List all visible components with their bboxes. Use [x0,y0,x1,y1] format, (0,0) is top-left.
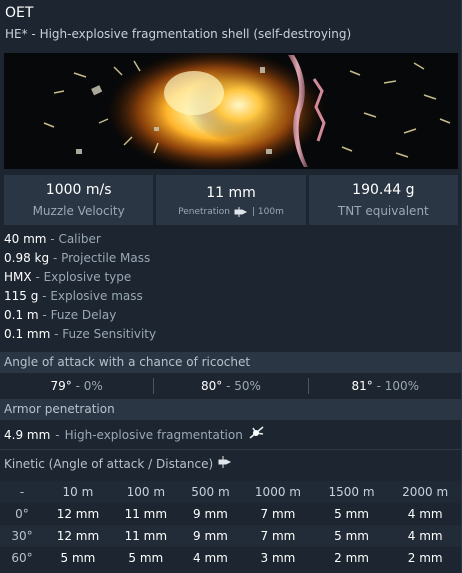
ricochet-chances: 79° - 0% 80° - 50% 81° - 100% [0,375,461,397]
property-value: HMX [4,270,32,284]
distance-header: 100 m [126,485,166,499]
table-corner: - [19,485,25,499]
ricochet-chance: 0% [83,379,103,393]
tnt-equivalent-stat: 190.44 g TNT equivalent [308,175,458,225]
angle-cell: 0° [15,507,29,521]
property-explosive-type: HMX - Explosive type [4,270,132,284]
distance-header: 2000 m [402,485,449,499]
penetration-cell: 3 mm [260,551,296,565]
ricochet-item: 81° - 100% [351,379,420,393]
shell-explosion-image [4,53,458,169]
ricochet-chance: 50% [234,379,261,393]
property-label: Explosive type [43,270,132,284]
section-divider [0,449,461,450]
penetration-cell: 5 mm [60,551,96,565]
muzzle-velocity-label: Muzzle Velocity [32,203,125,218]
muzzle-velocity-value: 1000 m/s [45,181,112,198]
he-penetration-row: 4.9 mm - High-explosive fragmentation [4,426,264,443]
distance-header: 500 m [191,485,230,499]
distance-header: 1500 m [328,485,375,499]
angle-cell: 60° [11,551,33,565]
penetration-stat: 11 mm Penetration | 100m [156,175,306,225]
property-projectile-mass: 0.98 kg - Projectile Mass [4,251,151,265]
he-penetration-value: 4.9 mm [4,427,51,442]
penetration-cell: 7 mm [260,507,296,521]
property-fuze-sensitivity: 0.1 mm - Fuze Sensitivity [4,327,157,341]
penetration-label: Penetration [178,206,230,217]
tnt-equivalent-label: TNT equivalent [337,203,429,218]
penetration-cell: 7 mm [260,529,296,543]
distance-header: 1000 m [254,485,301,499]
property-caliber: 40 mm - Caliber [4,232,101,246]
penetration-cell: 4 mm [193,551,228,565]
penetration-value: 11 mm [206,184,256,201]
armor-penetration-header: Armor penetration [0,399,461,420]
penetration-cell: 11 mm [124,529,168,543]
penetration-cell: 4 mm [407,529,443,543]
kinetic-penetration-header: Kinetic (Angle of attack / Distance) [4,456,232,471]
penetration-cell: 2 mm [334,551,369,565]
shell-type-description: HE* - High-explosive fragmentation shell… [5,27,352,41]
penetration-label-row: Penetration | 100m [178,206,284,217]
property-value: 40 mm [4,232,47,246]
property-label: Caliber [58,232,101,246]
table-row: 0° 12 mm 11 mm 9 mm 7 mm 5 mm 4 mm [0,503,461,525]
kinetic-penetration-title: Kinetic (Angle of attack / Distance) [4,456,214,471]
penetration-cell: 5 mm [334,507,369,521]
ricochet-item: 80° - 50% [154,378,309,394]
penetration-cell: 5 mm [334,529,369,543]
ricochet-section-header: Angle of attack with a chance of ricoche… [0,352,461,373]
table-row: 30° 12 mm 11 mm 9 mm 7 mm 5 mm 4 mm [0,525,461,547]
kinetic-penetration-table: - 10 m 100 m 500 m 1000 m 1500 m 2000 m … [0,481,461,569]
penetration-cell: 9 mm [193,529,228,543]
ricochet-angle: 80° [201,379,223,393]
property-value: 0.1 mm [4,327,51,341]
shell-properties-list: 40 mm - Caliber 0.98 kg - Projectile Mas… [4,232,156,346]
property-label: Fuze Delay [50,308,117,322]
ricochet-angle: 81° [351,379,373,393]
table-header-row: - 10 m 100 m 500 m 1000 m 1500 m 2000 m [0,481,461,503]
property-label: Fuze Sensitivity [62,327,157,341]
penetration-cell: 11 mm [124,507,168,521]
property-label: Explosive mass [50,289,143,303]
property-fuze-delay: 0.1 m - Fuze Delay [4,308,117,322]
penetration-cell: 12 mm [56,507,100,521]
shell-info-panel: OET HE* - High-explosive fragmentation s… [0,0,462,573]
ricochet-item: 79° - 0% [0,378,155,394]
shell-icon [218,456,232,471]
ricochet-angle: 79° [50,379,72,393]
tnt-equivalent-value: 190.44 g [352,181,415,198]
angle-cell: 30° [11,529,33,543]
table-row: 60° 5 mm 5 mm 4 mm 3 mm 2 mm 2 mm [0,547,461,569]
penetration-cell: 9 mm [193,507,228,521]
explosion-icon [248,426,264,443]
penetration-cell: 4 mm [407,507,443,521]
muzzle-velocity-stat: 1000 m/s Muzzle Velocity [4,175,154,225]
property-value: 115 g [4,289,39,303]
penetration-cell: 12 mm [56,529,100,543]
shell-name: OET [5,5,34,21]
property-label: Projectile Mass [61,251,151,265]
distance-header: 10 m [62,485,94,499]
penetration-distance: | 100m [252,206,284,217]
penetration-cell: 2 mm [407,551,443,565]
shell-icon [234,206,248,217]
property-explosive-mass: 115 g - Explosive mass [4,289,143,303]
penetration-cell: 5 mm [128,551,164,565]
property-value: 0.1 m [4,308,39,322]
shell-stats: 1000 m/s Muzzle Velocity 11 mm Penetrati… [4,175,458,225]
ricochet-chance: 100% [384,379,420,393]
property-value: 0.98 kg [4,251,50,265]
he-penetration-label: High-explosive fragmentation [64,427,243,442]
